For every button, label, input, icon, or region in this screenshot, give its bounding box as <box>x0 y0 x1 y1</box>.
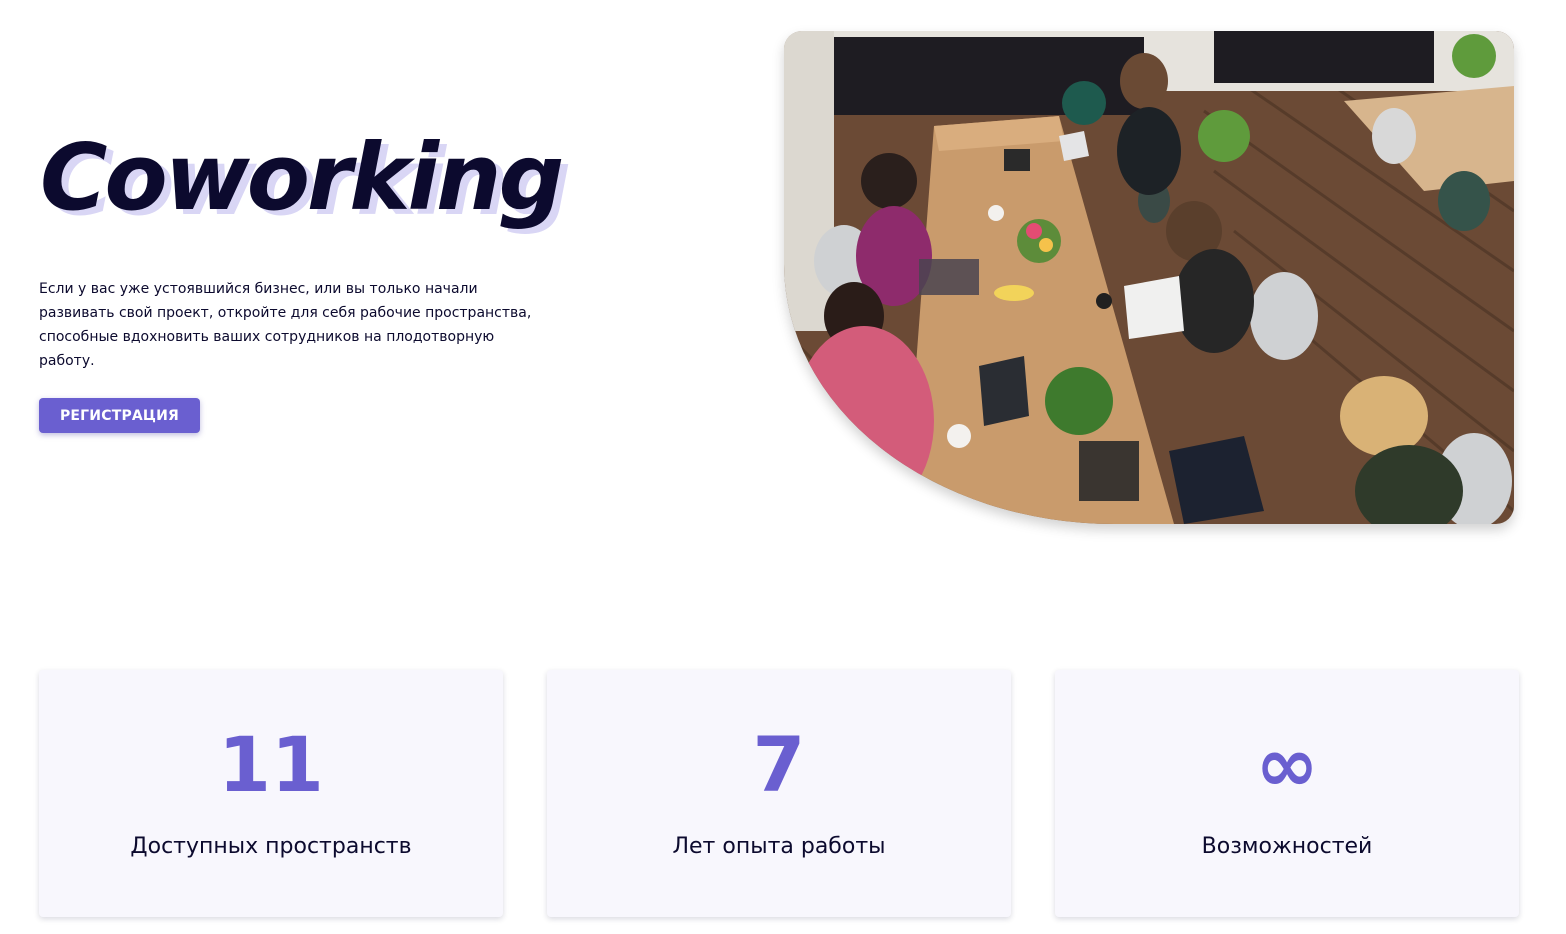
stat-card-experience: 7 Лет опыта работы <box>547 670 1011 917</box>
stat-value: 7 <box>752 720 806 809</box>
stat-card-spaces: 11 Доступных пространств <box>39 670 503 917</box>
stat-value: 11 <box>218 720 324 809</box>
landing-page: Coworking Если у вас уже устоявшийся биз… <box>0 0 1566 934</box>
register-button[interactable]: РЕГИСТРАЦИЯ <box>39 398 200 433</box>
stat-label: Возможностей <box>1201 834 1373 859</box>
coworking-photo <box>784 31 1514 524</box>
stat-label: Доступных пространств <box>130 834 412 859</box>
hero-description: Если у вас уже устоявшийся бизнес, или в… <box>39 281 532 369</box>
stat-card-opportunities: ∞ Возможностей <box>1055 670 1519 917</box>
hero-title: Coworking <box>40 124 564 231</box>
stat-label: Лет опыта работы <box>672 834 886 859</box>
stat-value: ∞ <box>1255 720 1319 809</box>
